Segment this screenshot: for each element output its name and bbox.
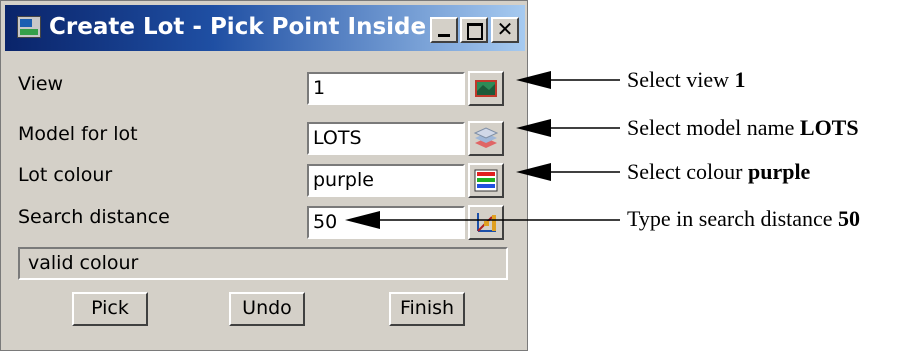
arrow-search (345, 211, 380, 229)
annotation-model: Select model name LOTS (627, 115, 859, 140)
arrow-colour (516, 163, 551, 181)
annotation-colour: Select colour purple (627, 159, 811, 184)
annotation-search: Type in search distance 50 (627, 206, 861, 231)
arrow-view (516, 71, 551, 89)
arrow-model (516, 119, 551, 137)
annotation-view: Select view 1 (627, 67, 746, 92)
